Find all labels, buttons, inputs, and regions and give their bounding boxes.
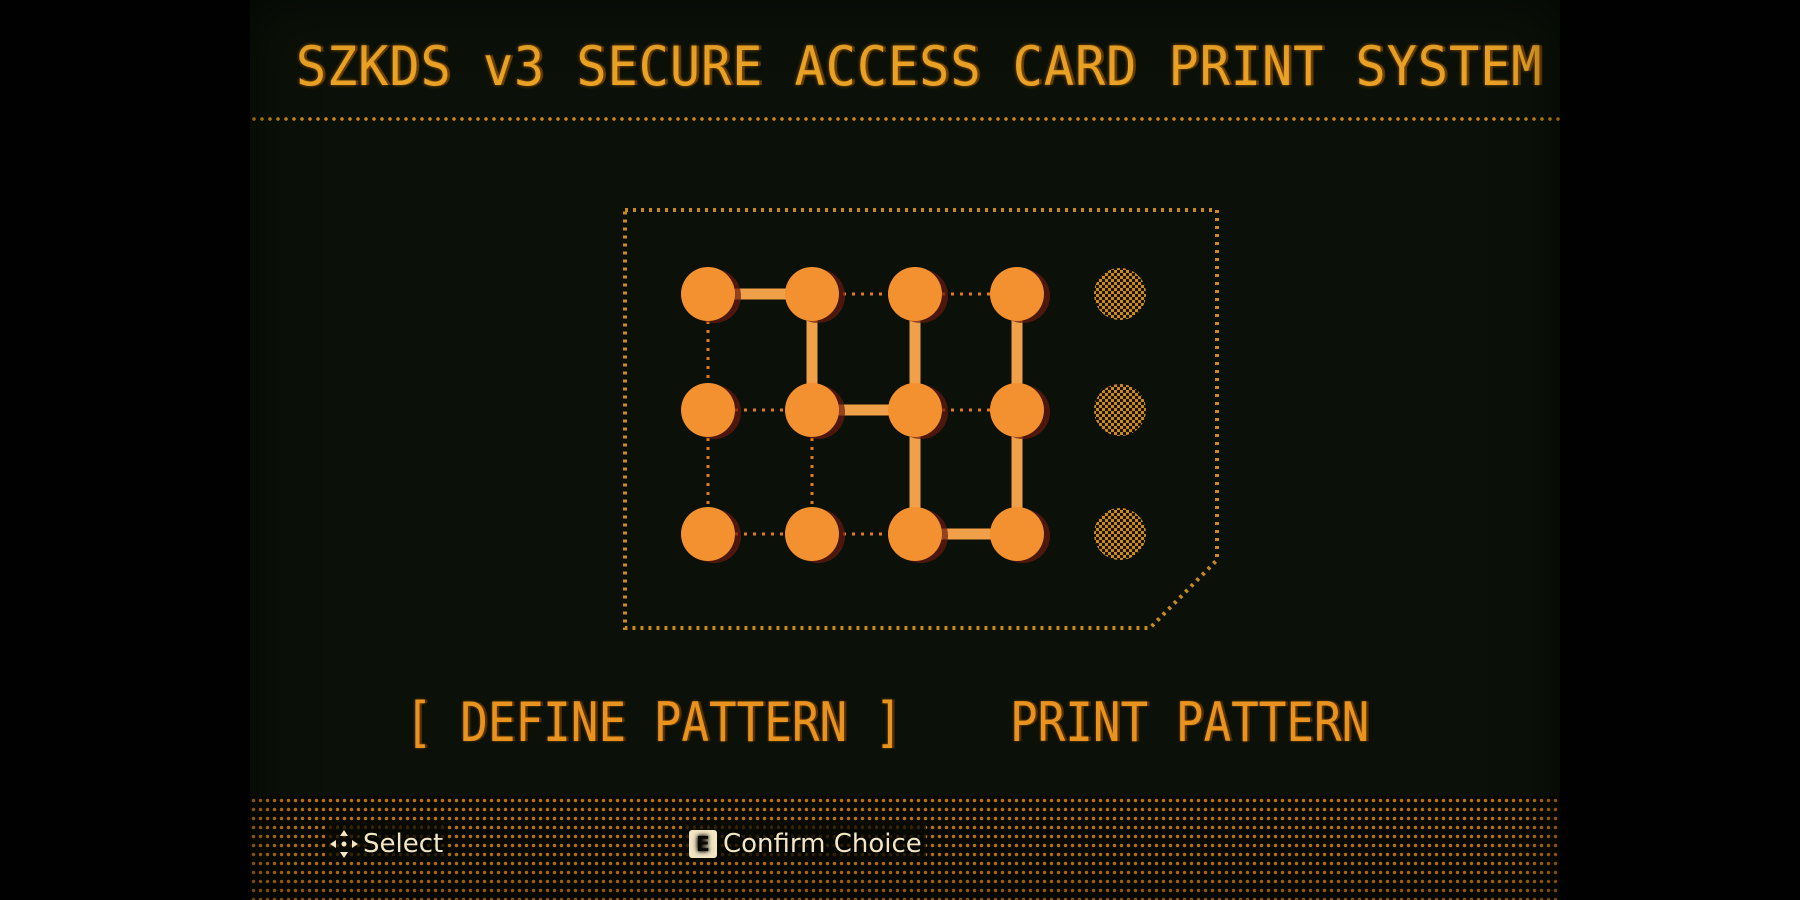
pattern-node[interactable] (785, 383, 845, 439)
print-pattern-option[interactable]: PRINT PATTERN (1010, 678, 1369, 768)
select-hint-label: Select (363, 829, 444, 859)
confirm-key-icon: E (689, 830, 717, 858)
define-pattern-option[interactable]: [ DEFINE PATTERN ] (405, 678, 902, 768)
spare-node (1094, 384, 1146, 436)
pattern-node[interactable] (990, 383, 1050, 439)
spare-node (1094, 268, 1146, 320)
pattern-node[interactable] (888, 267, 948, 323)
pattern-node[interactable] (785, 267, 845, 323)
select-hint: Select (325, 826, 448, 862)
spare-nodes (1094, 268, 1146, 560)
pattern-node[interactable] (681, 383, 741, 439)
pattern-node[interactable] (990, 267, 1050, 323)
pattern-node[interactable] (681, 507, 741, 563)
spare-node (1094, 508, 1146, 560)
screen-bezel-left (0, 0, 250, 900)
confirm-hint-label: Confirm Choice (723, 829, 922, 859)
mode-menu: [ DEFINE PATTERN ] PRINT PATTERN (250, 678, 1560, 768)
dpad-icon (329, 829, 359, 859)
pattern-node[interactable] (785, 507, 845, 563)
pattern-path (702, 288, 1023, 540)
pattern-node[interactable] (990, 507, 1050, 563)
pattern-node[interactable] (681, 267, 741, 323)
pattern-node[interactable] (888, 507, 948, 563)
confirm-hint: E Confirm Choice (685, 826, 926, 862)
pattern-node[interactable] (888, 383, 948, 439)
crt-screen: SZKDS v3 SECURE ACCESS CARD PRINT SYSTEM (250, 0, 1560, 900)
screen-bezel-right (1560, 0, 1800, 900)
